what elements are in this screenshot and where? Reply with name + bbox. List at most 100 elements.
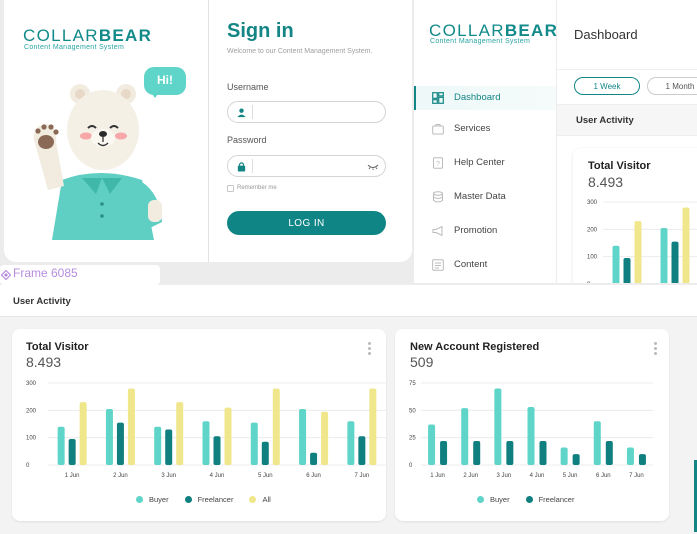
user-activity-section: User Activity Total Visitor 8.493 0 100 20… — [0, 285, 697, 534]
bar-buyer — [593, 421, 601, 465]
sidebar-item-master-data[interactable]: Master Data — [414, 185, 556, 209]
bar-buyer — [612, 245, 620, 283]
bar-all — [682, 207, 690, 283]
bar-buyer — [527, 407, 535, 465]
x-tick-label: 7 Jun — [629, 473, 644, 479]
username-label: Username — [227, 82, 269, 92]
sidebar-item-label: Content — [454, 259, 488, 270]
y-tick-label: 50 — [409, 408, 416, 414]
new-account-card: New Account Registered 509 0 25 50 75 1 Jun 2… — [395, 329, 669, 521]
svg-text:?: ? — [436, 161, 440, 168]
chart-value: 509 — [410, 354, 434, 370]
chart-legend: Buyer Freelancer All — [136, 495, 271, 504]
legend-all-swatch — [249, 496, 257, 503]
bear-mascot-image — [33, 84, 162, 240]
x-tick-label: 6 Jun — [306, 473, 321, 479]
bar-freelancer — [605, 440, 613, 465]
x-tick-label: 3 Jun — [497, 473, 512, 479]
bar-buyer — [57, 426, 65, 465]
more-options-icon[interactable] — [368, 342, 371, 357]
x-tick-label: 7 Jun — [355, 473, 370, 479]
login-card: COLLARBEAR Content Management System Hi! — [4, 0, 412, 262]
megaphone-icon — [432, 225, 443, 237]
y-tick-label: 300 — [26, 381, 37, 387]
bar-all — [369, 388, 377, 465]
bar-buyer — [494, 388, 502, 465]
x-tick-label: 4 Jun — [210, 473, 225, 479]
legend-buyer-swatch — [136, 496, 143, 503]
bar-buyer — [250, 422, 258, 465]
bar-freelancer — [572, 454, 580, 465]
y-tick-label: 0 — [26, 463, 30, 469]
remember-label: Remember me — [237, 185, 277, 191]
sidebar-brand-tagline: Content Management System — [430, 38, 531, 45]
tab-1-month[interactable]: 1 Month — [647, 77, 697, 95]
x-tick-label: 4 Jun — [530, 473, 545, 479]
bar-freelancer — [165, 429, 173, 465]
bar-freelancer — [358, 436, 366, 465]
legend-buyer-label: Buyer — [149, 495, 169, 504]
bar-buyer — [202, 421, 210, 465]
login-divider — [208, 0, 209, 262]
sidebar-item-help-center[interactable]: ? Help Center — [414, 151, 556, 175]
preview-chart-card: Total Visitor 8.493 0 100 200 300 — [573, 148, 697, 283]
user-activity-bar: User Activity — [0, 285, 697, 317]
eye-hidden-icon[interactable] — [367, 162, 379, 171]
bar-all — [127, 388, 135, 465]
bar-freelancer — [116, 422, 124, 465]
legend-buyer-swatch — [477, 496, 484, 503]
bar-all — [321, 411, 329, 465]
x-tick-label: 2 Jun — [113, 473, 128, 479]
bar-buyer — [660, 227, 668, 283]
bar-buyer — [347, 421, 355, 465]
component-icon — [1, 270, 11, 280]
bar-all — [79, 402, 87, 465]
bar-buyer — [428, 424, 436, 465]
legend-buyer-label: Buyer — [490, 495, 510, 504]
y-tick-label: 0 — [587, 282, 591, 283]
sidebar-item-label: Dashboard — [454, 92, 501, 103]
sidebar-item-services[interactable]: Services — [414, 117, 556, 141]
bar-freelancer — [638, 454, 646, 465]
username-field[interactable] — [227, 101, 386, 123]
chart-title: New Account Registered — [410, 341, 540, 353]
x-tick-label: 1 Jun — [65, 473, 80, 479]
tab-1-week[interactable]: 1 Week — [574, 77, 640, 95]
dashboard-icon — [432, 92, 444, 104]
welcome-text: Welcome to our Content Management System… — [227, 48, 373, 55]
sidebar: COLLARBEAR Content Management System Das… — [414, 0, 557, 283]
bar-freelancer — [623, 258, 631, 283]
dashboard-section-bar: User Activity — [557, 104, 697, 136]
login-button[interactable]: LOG IN — [227, 211, 386, 235]
signin-title: Sign in — [227, 20, 294, 42]
bar-freelancer — [506, 440, 514, 465]
legend-freelancer-swatch — [525, 496, 533, 503]
frame-label: Frame 6085 — [13, 266, 78, 280]
database-icon — [433, 191, 443, 203]
sidebar-item-dashboard[interactable]: Dashboard — [414, 86, 556, 110]
bar-freelancer — [68, 439, 76, 465]
briefcase-icon — [432, 124, 444, 135]
bar-buyer — [105, 408, 113, 465]
sidebar-item-label: Help Center — [454, 157, 505, 168]
bar-buyer — [154, 426, 162, 465]
more-options-icon[interactable] — [654, 342, 657, 357]
brand-logo: COLLARBEAR — [23, 26, 153, 45]
preview-card-title: Total Visitor — [588, 160, 651, 172]
sidebar-item-label: Promotion — [454, 225, 498, 236]
legend-freelancer-label: Freelancer — [197, 495, 234, 504]
chart-legend: Buyer Freelancer — [477, 495, 574, 504]
sidebar-item-promotion[interactable]: Promotion — [414, 219, 556, 243]
bar-freelancer — [213, 436, 221, 465]
x-tick-label: 2 Jun — [463, 473, 478, 479]
total-visitor-card: Total Visitor 8.493 0 100 200 300 1 Jun 2 Jun… — [12, 329, 386, 521]
chart-title: Total Visitor — [26, 341, 89, 353]
bar-freelancer — [539, 440, 547, 465]
bar-all — [224, 407, 232, 465]
remember-checkbox[interactable] — [227, 185, 234, 192]
y-tick-label: 100 — [587, 255, 598, 261]
legend-freelancer-swatch — [184, 496, 192, 503]
chart-value: 8.493 — [26, 354, 62, 370]
sidebar-item-content[interactable]: Content — [414, 253, 556, 277]
password-field[interactable] — [227, 155, 386, 177]
